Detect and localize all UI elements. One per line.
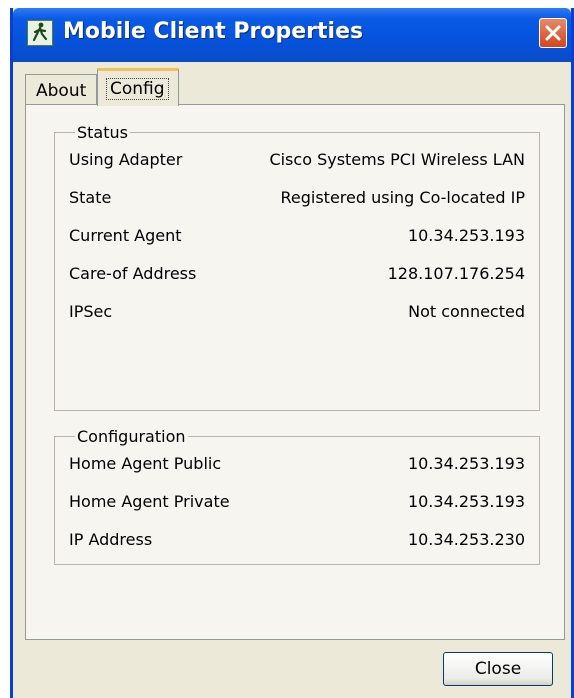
window-title: Mobile Client Properties	[63, 19, 364, 44]
row-value: 10.34.253.193	[407, 492, 525, 511]
row-value: Cisco Systems PCI Wireless LAN	[269, 150, 525, 169]
status-row-current-agent: Current Agent 10.34.253.193	[69, 226, 525, 248]
row-key: State	[69, 188, 112, 207]
row-value: Not connected	[408, 302, 525, 321]
status-row-ipsec: IPSec Not connected	[69, 302, 525, 324]
row-key: Using Adapter	[69, 150, 183, 169]
row-value: Registered using Co-located IP	[280, 188, 525, 207]
row-value: 10.34.253.230	[407, 530, 525, 549]
close-icon[interactable]	[539, 18, 567, 48]
row-value: 10.34.253.193	[407, 226, 525, 245]
configuration-legend: Configuration	[77, 427, 186, 446]
config-row-home-agent-private: Home Agent Private 10.34.253.193	[69, 492, 525, 514]
status-group: Status Using Adapter Cisco Systems PCI W…	[54, 123, 540, 411]
config-row-home-agent-public: Home Agent Public 10.34.253.193	[69, 454, 525, 476]
configuration-group: Configuration Home Agent Public 10.34.25…	[54, 427, 540, 565]
row-key: IP Address	[69, 530, 153, 549]
row-key: Home Agent Public	[69, 454, 222, 473]
status-row-adapter: Using Adapter Cisco Systems PCI Wireless…	[69, 150, 525, 172]
row-key: Care-of Address	[69, 264, 197, 283]
row-key: Home Agent Private	[69, 492, 230, 511]
tab-config-label: Config	[106, 78, 169, 100]
config-row-ip-address: IP Address 10.34.253.230	[69, 530, 525, 552]
tab-config[interactable]: Config	[97, 68, 179, 106]
title-bar[interactable]: Mobile Client Properties	[13, 8, 571, 62]
walking-person-icon	[27, 20, 53, 46]
row-key: Current Agent	[69, 226, 182, 245]
row-key: IPSec	[69, 302, 113, 321]
status-row-state: State Registered using Co-located IP	[69, 188, 525, 210]
status-row-care-of-address: Care-of Address 128.107.176.254	[69, 264, 525, 286]
row-value: 128.107.176.254	[387, 264, 525, 283]
status-legend: Status	[77, 123, 128, 142]
tab-about-label: About	[36, 81, 87, 101]
tab-about[interactable]: About	[25, 74, 97, 104]
row-value: 10.34.253.193	[407, 454, 525, 473]
close-button[interactable]: Close	[443, 652, 553, 686]
properties-window: Mobile Client Properties About Config St…	[10, 8, 574, 698]
config-tab-panel: Status Using Adapter Cisco Systems PCI W…	[25, 104, 565, 640]
